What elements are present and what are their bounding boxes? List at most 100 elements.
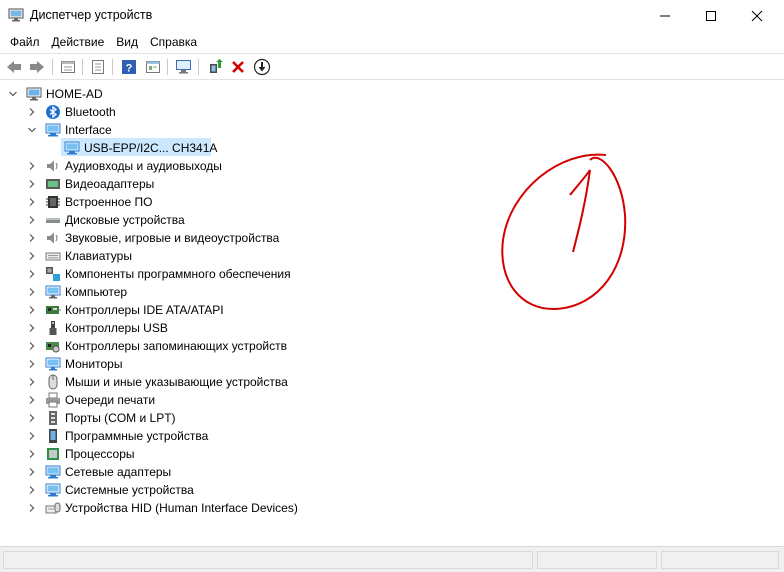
chevron-right-icon[interactable] (27, 467, 37, 477)
tree-category[interactable]: Устройства HID (Human Interface Devices) (0, 499, 320, 517)
bluetooth-icon (46, 105, 60, 119)
uninstall-icon (232, 61, 244, 73)
title-bar: Диспетчер устройств (0, 0, 784, 31)
chevron-right-icon[interactable] (27, 305, 37, 315)
device-manager-icon (8, 8, 24, 22)
tree-category[interactable]: Контроллеры IDE ATA/ATAPI (0, 301, 320, 319)
device-tree[interactable]: HOME-AD Bluetooth Interface USB-EPP/I2C...… (0, 80, 784, 546)
processor-icon (47, 448, 59, 460)
tree-category[interactable]: Контроллеры USB (0, 319, 320, 337)
tree-category[interactable]: Программные устройства (0, 427, 320, 445)
tree-category[interactable]: Сетевые адаптеры (0, 463, 320, 481)
help-button[interactable]: ? (119, 57, 139, 77)
menu-action[interactable]: Действие (46, 31, 111, 53)
tree-category[interactable]: Interface (0, 121, 320, 139)
storage-controller-icon (46, 342, 60, 353)
menu-view[interactable]: Вид (110, 31, 144, 53)
maximize-icon (706, 10, 716, 21)
tree-category[interactable]: Порты (COM и LPT) (0, 409, 320, 427)
chevron-right-icon[interactable] (27, 431, 37, 441)
chevron-right-icon[interactable] (27, 449, 37, 459)
tree-category[interactable]: Дисковые устройства (0, 211, 320, 229)
chevron-right-icon[interactable] (27, 323, 37, 333)
tree-category[interactable]: Клавиатуры (0, 247, 320, 265)
maximize-button[interactable] (688, 0, 734, 31)
tree-category[interactable]: Контроллеры запоминающих устройств (0, 337, 320, 355)
chevron-right-icon[interactable] (27, 503, 37, 513)
tree-item-label: Системные устройства (65, 483, 194, 497)
mouse-icon (48, 374, 58, 390)
tree-category[interactable]: Звуковые, игровые и видеоустройства (0, 229, 320, 247)
tree-category[interactable]: Видеоадаптеры (0, 175, 320, 193)
tree-item-label: USB-EPP/I2C... CH341A (84, 141, 218, 155)
minimize-button[interactable] (642, 0, 688, 31)
chevron-right-icon[interactable] (27, 341, 37, 351)
tree-root[interactable]: HOME-AD (0, 85, 300, 103)
network-adapter-icon (64, 141, 80, 155)
resources-icon (146, 61, 160, 73)
display-adapter-icon (46, 179, 60, 189)
tree-item-label: Interface (65, 123, 112, 137)
update-driver-button[interactable] (205, 57, 225, 77)
chevron-right-icon[interactable] (27, 161, 37, 171)
tree-category[interactable]: Аудиовходы и аудиовыходы (0, 157, 320, 175)
view-icon (92, 60, 104, 74)
tree-item-label: Звуковые, игровые и видеоустройства (65, 231, 280, 245)
tree-category[interactable]: Bluetooth (0, 103, 320, 121)
firmware-icon (46, 196, 60, 208)
minimize-icon (660, 15, 670, 16)
chevron-right-icon[interactable] (27, 287, 37, 297)
tree-category[interactable]: Мыши и иные указывающие устройства (0, 373, 320, 391)
tree-item-label: Программные устройства (65, 429, 209, 443)
tree-category[interactable]: Компоненты программного обеспечения (0, 265, 320, 283)
scan-hardware-button[interactable] (174, 57, 194, 77)
menu-help[interactable]: Справка (144, 31, 203, 53)
disable-button[interactable] (252, 57, 272, 77)
chevron-right-icon[interactable] (27, 179, 37, 189)
speaker-icon (47, 160, 58, 172)
chevron-right-icon[interactable] (27, 269, 37, 279)
tree-item-label: Встроенное ПО (65, 195, 153, 209)
resources-button[interactable] (143, 57, 163, 77)
tree-child-item[interactable]: USB-EPP/I2C... CH341A (0, 139, 320, 157)
uninstall-button[interactable] (228, 57, 248, 77)
chevron-right-icon[interactable] (27, 215, 37, 225)
tree-item-label: Видеоадаптеры (65, 177, 155, 191)
tree-item-label: Контроллеры USB (65, 321, 168, 335)
close-button[interactable] (734, 0, 780, 31)
view-button[interactable] (88, 57, 108, 77)
chevron-right-icon[interactable] (27, 359, 37, 369)
chevron-right-icon[interactable] (27, 233, 37, 243)
chevron-right-icon[interactable] (27, 485, 37, 495)
tree-item-label: Устройства HID (Human Interface Devices) (65, 501, 298, 515)
help-icon: ? (122, 60, 136, 75)
software-device-icon (49, 429, 57, 443)
menu-file[interactable]: Файл (4, 31, 46, 53)
back-button[interactable] (4, 57, 24, 77)
software-component-icon (46, 267, 60, 281)
speaker-icon (47, 232, 58, 244)
forward-button[interactable] (27, 57, 47, 77)
tree-category[interactable]: Системные устройства (0, 481, 320, 499)
chevron-right-icon[interactable] (27, 107, 37, 117)
hid-icon (45, 502, 61, 514)
chevron-right-icon[interactable] (27, 251, 37, 261)
chevron-right-icon[interactable] (27, 395, 37, 405)
tree-category[interactable]: Процессоры (0, 445, 320, 463)
tree-category[interactable]: Мониторы (0, 355, 320, 373)
tree-item-label: Контроллеры IDE ATA/ATAPI (65, 303, 224, 317)
tree-category[interactable]: Очереди печати (0, 391, 320, 409)
tree-item-label: Дисковые устройства (65, 213, 185, 227)
chevron-right-icon[interactable] (27, 413, 37, 423)
tree-category[interactable]: Встроенное ПО (0, 193, 320, 211)
chevron-right-icon[interactable] (27, 197, 37, 207)
monitor-icon (45, 357, 61, 371)
network-adapter-icon (45, 123, 61, 137)
tree-root-label: HOME-AD (46, 87, 103, 101)
tree-item-label: Компьютер (65, 285, 128, 299)
chevron-down-icon[interactable] (27, 125, 37, 135)
chevron-right-icon[interactable] (27, 377, 37, 387)
chevron-down-icon[interactable] (8, 89, 18, 99)
properties-button[interactable] (58, 57, 78, 77)
tree-category[interactable]: Компьютер (0, 283, 320, 301)
